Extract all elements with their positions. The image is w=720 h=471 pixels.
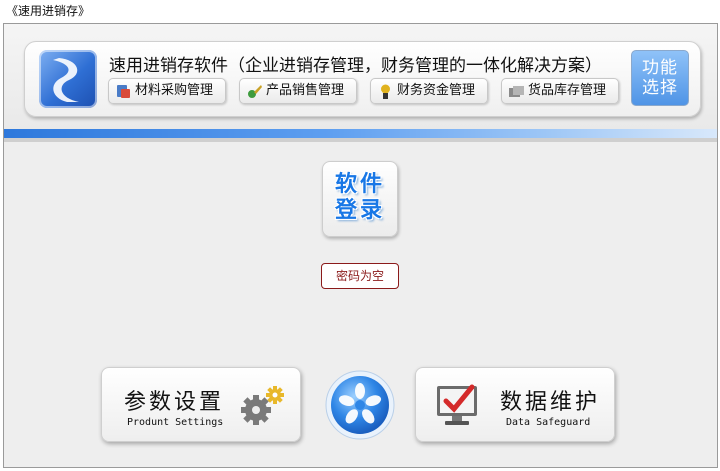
parameter-settings-button[interactable]: 参数设置 Produnt Settings xyxy=(101,367,301,442)
nav-purchase-button[interactable]: 材料采购管理 xyxy=(108,78,226,104)
data-maintenance-button[interactable]: 数据维护 Data Safeguard xyxy=(415,367,615,442)
data-maintenance-title: 数据维护 xyxy=(500,390,601,415)
gears-icon xyxy=(241,386,284,425)
monitor-check-icon xyxy=(437,384,477,425)
software-login-button[interactable]: 软件 登录 xyxy=(322,161,398,237)
function-select-line1: 功能 xyxy=(642,58,678,78)
sales-icon xyxy=(248,85,262,98)
nav-inventory-button[interactable]: 货品库存管理 xyxy=(501,78,619,104)
center-flower-button[interactable] xyxy=(324,369,396,441)
purchase-icon xyxy=(117,85,130,98)
window-title: 《速用进销存》 xyxy=(0,0,720,22)
nav-purchase-label: 材料采购管理 xyxy=(135,83,214,98)
banner-title: 速用进销存软件（企业进销存管理，财务管理的一体化解决方案） xyxy=(109,56,602,76)
parameter-settings-title: 参数设置 xyxy=(124,390,225,415)
password-status-message: 密码为空 xyxy=(321,263,399,289)
app-logo-icon xyxy=(39,50,97,108)
function-select-line2: 选择 xyxy=(642,78,678,98)
header: 速用进销存软件（企业进销存管理，财务管理的一体化解决方案） 材料采购管理 产品销… xyxy=(4,24,717,129)
data-maintenance-subtitle: Data Safeguard xyxy=(506,417,591,428)
inventory-icon xyxy=(509,86,524,97)
login-line2: 登录 xyxy=(334,198,385,223)
nav-finance-label: 财务资金管理 xyxy=(397,83,476,98)
nav-finance-button[interactable]: 财务资金管理 xyxy=(370,78,488,104)
main-frame: 速用进销存软件（企业进销存管理，财务管理的一体化解决方案） 材料采购管理 产品销… xyxy=(3,23,718,468)
nav-sales-label: 产品销售管理 xyxy=(266,83,345,98)
flower-orb-icon xyxy=(325,370,395,440)
nav-sales-button[interactable]: 产品销售管理 xyxy=(239,78,357,104)
function-select-button[interactable]: 功能 选择 xyxy=(631,50,689,106)
parameter-settings-subtitle: Produnt Settings xyxy=(127,417,224,428)
login-line1: 软件 xyxy=(334,172,385,197)
banner: 速用进销存软件（企业进销存管理，财务管理的一体化解决方案） 材料采购管理 产品销… xyxy=(24,41,701,117)
header-divider xyxy=(4,129,717,142)
nav-inventory-label: 货品库存管理 xyxy=(528,83,607,98)
finance-icon xyxy=(381,84,390,99)
